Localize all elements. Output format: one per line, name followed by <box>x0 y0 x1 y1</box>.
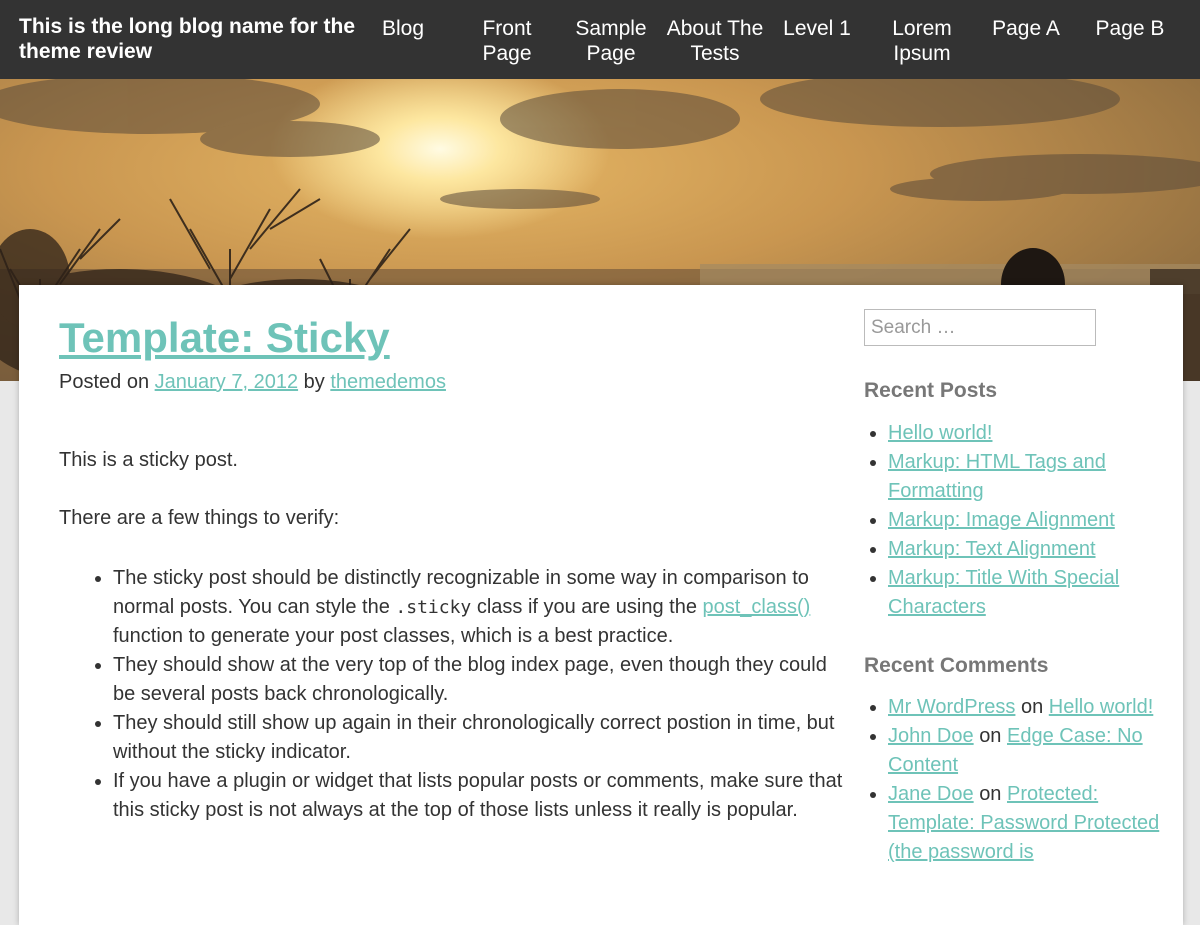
recent-post-link[interactable]: Markup: Image Alignment <box>888 509 1115 531</box>
recent-comments-list: Mr WordPress on Hello world! John Doe on… <box>864 693 1188 867</box>
recent-post-link[interactable]: Markup: HTML Tags and Formatting <box>888 451 1106 502</box>
list-item: Markup: HTML Tags and Formatting <box>888 448 1188 506</box>
post-paragraph: There are a few things to verify: <box>59 507 340 529</box>
recent-posts-title: Recent Posts <box>864 379 998 402</box>
on-label: on <box>979 783 1002 805</box>
nav-item-level-1[interactable]: Level 1 <box>780 16 854 41</box>
list-item: They should show at the very top of the … <box>113 651 853 709</box>
top-bar: This is the long blog name for the theme… <box>0 0 1200 79</box>
content-card: Template: Sticky Posted on January 7, 20… <box>19 285 1183 925</box>
posted-on-label: Posted on <box>59 371 150 393</box>
list-item: Markup: Image Alignment <box>888 506 1188 535</box>
on-label: on <box>1020 696 1044 718</box>
list-item: The sticky post should be distinctly rec… <box>113 564 853 651</box>
comment-author-link[interactable]: Mr WordPress <box>888 696 1015 718</box>
comment-author-link[interactable]: John Doe <box>888 725 974 747</box>
nav-item-about-the-tests[interactable]: About The Tests <box>660 16 770 66</box>
by-label: by <box>303 371 325 393</box>
sticky-class-code: .sticky <box>395 597 472 618</box>
list-item: Hello world! <box>888 419 1188 448</box>
nav-item-front-page[interactable]: Front Page <box>470 16 544 66</box>
recent-post-link[interactable]: Markup: Title With Special Characters <box>888 567 1119 618</box>
recent-comments-title: Recent Comments <box>864 654 1049 677</box>
list-item: Jane Doe on Protected: Template: Passwor… <box>888 780 1188 867</box>
nav-item-sample-page[interactable]: Sample Page <box>572 16 650 66</box>
nav-item-lorem-ipsum[interactable]: Lorem Ipsum <box>880 16 964 66</box>
post-date-link[interactable]: January 7, 2012 <box>155 371 298 393</box>
list-item: Mr WordPress on Hello world! <box>888 693 1188 722</box>
post-bullet-list: The sticky post should be distinctly rec… <box>59 564 853 825</box>
post-title-link[interactable]: Template: Sticky <box>59 313 390 363</box>
on-label: on <box>979 725 1002 747</box>
list-item: Markup: Text Alignment <box>888 535 1188 564</box>
comment-author-link[interactable]: Jane Doe <box>888 783 974 805</box>
nav-item-blog[interactable]: Blog <box>372 16 434 41</box>
nav-item-page-b[interactable]: Page B <box>1090 16 1170 41</box>
nav-item-page-a[interactable]: Page A <box>986 16 1066 41</box>
post-class-link[interactable]: post_class() <box>703 596 811 618</box>
search-input[interactable] <box>864 309 1096 346</box>
post-meta: Posted on January 7, 2012 by themedemos <box>59 369 446 395</box>
site-title[interactable]: This is the long blog name for the theme… <box>19 14 359 64</box>
post-paragraph: This is a sticky post. <box>59 449 238 471</box>
post-author-link[interactable]: themedemos <box>330 371 446 393</box>
bullet-text: class if you are using the <box>471 596 703 618</box>
bullet-text: function to generate your post classes, … <box>113 625 674 647</box>
list-item: John Doe on Edge Case: No Content <box>888 722 1188 780</box>
recent-post-link[interactable]: Hello world! <box>888 422 992 444</box>
list-item: They should still show up again in their… <box>113 709 853 767</box>
recent-posts-list: Hello world! Markup: HTML Tags and Forma… <box>864 419 1188 622</box>
list-item: Markup: Title With Special Characters <box>888 564 1188 622</box>
recent-post-link[interactable]: Markup: Text Alignment <box>888 538 1096 560</box>
comment-post-link[interactable]: Hello world! <box>1049 696 1153 718</box>
list-item: If you have a plugin or widget that list… <box>113 767 853 825</box>
